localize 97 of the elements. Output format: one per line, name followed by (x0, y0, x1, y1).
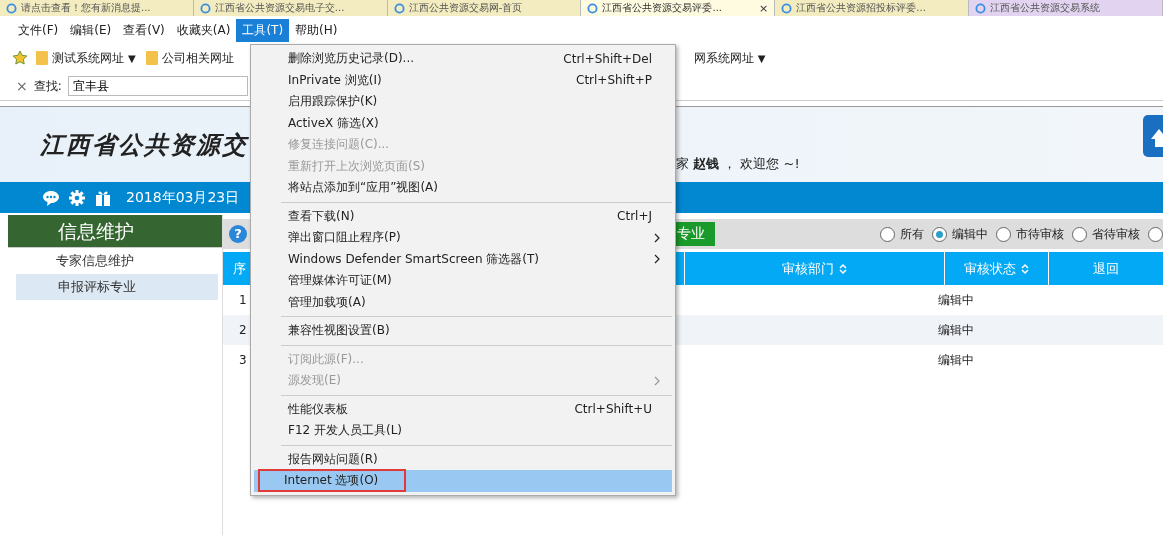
favorites-folder[interactable]: 网系统网址 (693, 49, 754, 67)
menu-item-label: InPrivate 浏览(I) (288, 71, 383, 89)
find-label: 查找: (33, 77, 62, 95)
menu-item[interactable]: 启用跟踪保护(K) (254, 91, 672, 113)
menu-item-label: 订阅此源(F)... (288, 350, 365, 368)
menu-item-label: 报告网站问题(R) (288, 450, 379, 468)
browser-tab[interactable]: 江西公共资源交易网-首页 (387, 0, 582, 16)
menu-item-label: Windows Defender SmartScreen 筛选器(T) (288, 250, 541, 268)
close-tab-button[interactable]: × (759, 1, 769, 15)
browser-tab[interactable]: 江西省公共资源交易系统 (969, 0, 1163, 16)
menu-item[interactable]: 将站点添加到“应用”视图(A) (254, 177, 672, 199)
menu-item-label: 兼容性视图设置(B) (288, 322, 391, 340)
filter-label[interactable]: 省待审核 (1092, 225, 1140, 243)
menu-item[interactable]: 编辑(E) (64, 18, 118, 42)
table-cell-text: 2 (238, 323, 248, 337)
radio-button[interactable] (1072, 226, 1087, 242)
sidebar-item[interactable]: 申报评标专业 (16, 274, 218, 300)
sidebar-item[interactable]: 专家信息维护 (16, 248, 222, 274)
menu-item-label: 删除浏览历史记录(D)... (288, 50, 416, 68)
folder-icon (145, 50, 158, 66)
app-tile-icon[interactable] (1143, 115, 1163, 157)
shortcut-text: Ctrl+Shift+P (576, 73, 652, 88)
filter-label[interactable]: 所有 (900, 225, 924, 243)
radio-button[interactable] (996, 226, 1011, 242)
browser-logo-icon (587, 2, 599, 14)
filter-label[interactable]: 编辑中 (952, 225, 988, 243)
table-cell-text: 编辑中 (937, 291, 975, 309)
folder-icon (36, 50, 48, 66)
sidebar-header: 信息维护 (8, 215, 222, 248)
menu-item-label: 启用跟踪保护(K) (288, 93, 379, 111)
browser-tab[interactable]: 江西省公共资源交易电子交... (193, 0, 388, 16)
menu-item-label: 查看下载(N) (288, 207, 356, 225)
radio-button[interactable] (880, 226, 895, 242)
browser-logo-icon (393, 2, 405, 14)
column-label: 审核部门 (782, 259, 834, 278)
menu-item[interactable]: 文件(F) (12, 18, 65, 42)
menu-item[interactable]: ActiveX 筛选(X) (254, 112, 672, 134)
column-label: 退回 (1093, 259, 1119, 278)
dropdown-arrow[interactable]: ▼ (757, 52, 766, 64)
filter-label[interactable]: 市待审核 (1016, 225, 1064, 243)
settings-icon[interactable] (68, 188, 86, 207)
menu-item-label: F12 开发人员工具(L) (288, 422, 404, 440)
table-cell-text: 3 (238, 353, 248, 367)
sort-icon[interactable] (839, 262, 847, 275)
menu-item-label: 将站点添加到“应用”视图(A) (288, 179, 439, 197)
menu-item[interactable]: 性能仪表板 Ctrl+Shift+U (254, 398, 672, 420)
menu-item-label: ActiveX 筛选(X) (288, 114, 380, 132)
menu-item[interactable]: 工具(T) (236, 18, 290, 42)
table-cell-text: 编辑中 (937, 351, 975, 369)
radio-button[interactable] (1148, 226, 1163, 242)
site-title: 江西省公共资源交 (39, 130, 248, 161)
chat-icon[interactable] (42, 188, 60, 207)
menu-item[interactable]: 报告网站问题(R) (254, 448, 672, 470)
menu-item[interactable]: 管理媒体许可证(M) (254, 270, 672, 292)
menu-item-label: Internet 选项(O) (258, 469, 407, 493)
browser-tab[interactable]: 请点击查看！您有新消息提... (0, 0, 194, 16)
menu-item[interactable]: 兼容性视图设置(B) (254, 320, 672, 342)
browser-logo-icon (6, 2, 17, 14)
table-cell-text: 编辑中 (937, 321, 975, 339)
menu-item[interactable]: 帮助(H) (289, 18, 344, 42)
menu-item[interactable]: 查看(V) (117, 18, 171, 42)
menu-item-label: 源发现(E) (288, 372, 342, 390)
column-label: 序 (233, 259, 246, 278)
browser-logo-icon (975, 2, 987, 14)
favorites-star-icon[interactable] (12, 50, 28, 66)
favorites-folder[interactable]: 测试系统网址 (52, 49, 124, 67)
menu-item-label: 性能仪表板 (288, 400, 349, 418)
browser-tab[interactable]: 江西省公共资源招投标评委... (775, 0, 970, 16)
dropdown-arrow[interactable]: ▼ (128, 52, 136, 64)
radio-button[interactable] (932, 226, 947, 242)
browser-logo-icon (199, 2, 211, 14)
sort-icon[interactable] (1021, 262, 1029, 275)
find-field[interactable]: 宜丰县 (67, 76, 248, 96)
menu-item-label: 弹出窗口阻止程序(P) (288, 229, 402, 247)
menu-item[interactable]: 收藏夹(A) (170, 18, 237, 42)
browser-logo-icon (781, 2, 793, 14)
menu-item[interactable]: 删除浏览历史记录(D)... Ctrl+Shift+Del (254, 48, 672, 70)
help-icon[interactable]: ? (229, 225, 247, 243)
shortcut-text: Ctrl+Shift+U (574, 402, 652, 417)
menu-item[interactable]: InPrivate 浏览(I) Ctrl+Shift+P (254, 69, 672, 91)
menu-item-label: 修复连接问题(C)... (288, 136, 391, 154)
menu-item[interactable]: Windows Defender SmartScreen 筛选器(T) (254, 248, 672, 270)
menu-item-label: 重新打开上次浏览页面(S) (288, 157, 426, 175)
table-cell-text: 1 (238, 293, 248, 307)
column-label: 审核状态 (964, 259, 1016, 278)
date-text: 2018年03月23日 (126, 188, 240, 207)
shortcut-text: Ctrl+J (617, 209, 652, 224)
browser-tab[interactable]: 江西省公共资源交易评委... × (581, 0, 776, 16)
menu-item-label: 管理加载项(A) (288, 293, 367, 311)
shortcut-text: Ctrl+Shift+Del (563, 51, 652, 66)
welcome-text: 家 赵钱 ， 欢迎您 ~! (676, 155, 800, 173)
menu-item-label: 管理媒体许可证(M) (288, 272, 393, 290)
menu-item[interactable]: F12 开发人员工具(L) (254, 420, 672, 442)
favorites-folder[interactable]: 公司相关网址 (161, 49, 234, 67)
menu-item[interactable]: Internet 选项(O) (254, 470, 672, 492)
close-find-button[interactable]: × (16, 78, 28, 94)
menu-item[interactable]: 管理加载项(A) (254, 291, 672, 313)
